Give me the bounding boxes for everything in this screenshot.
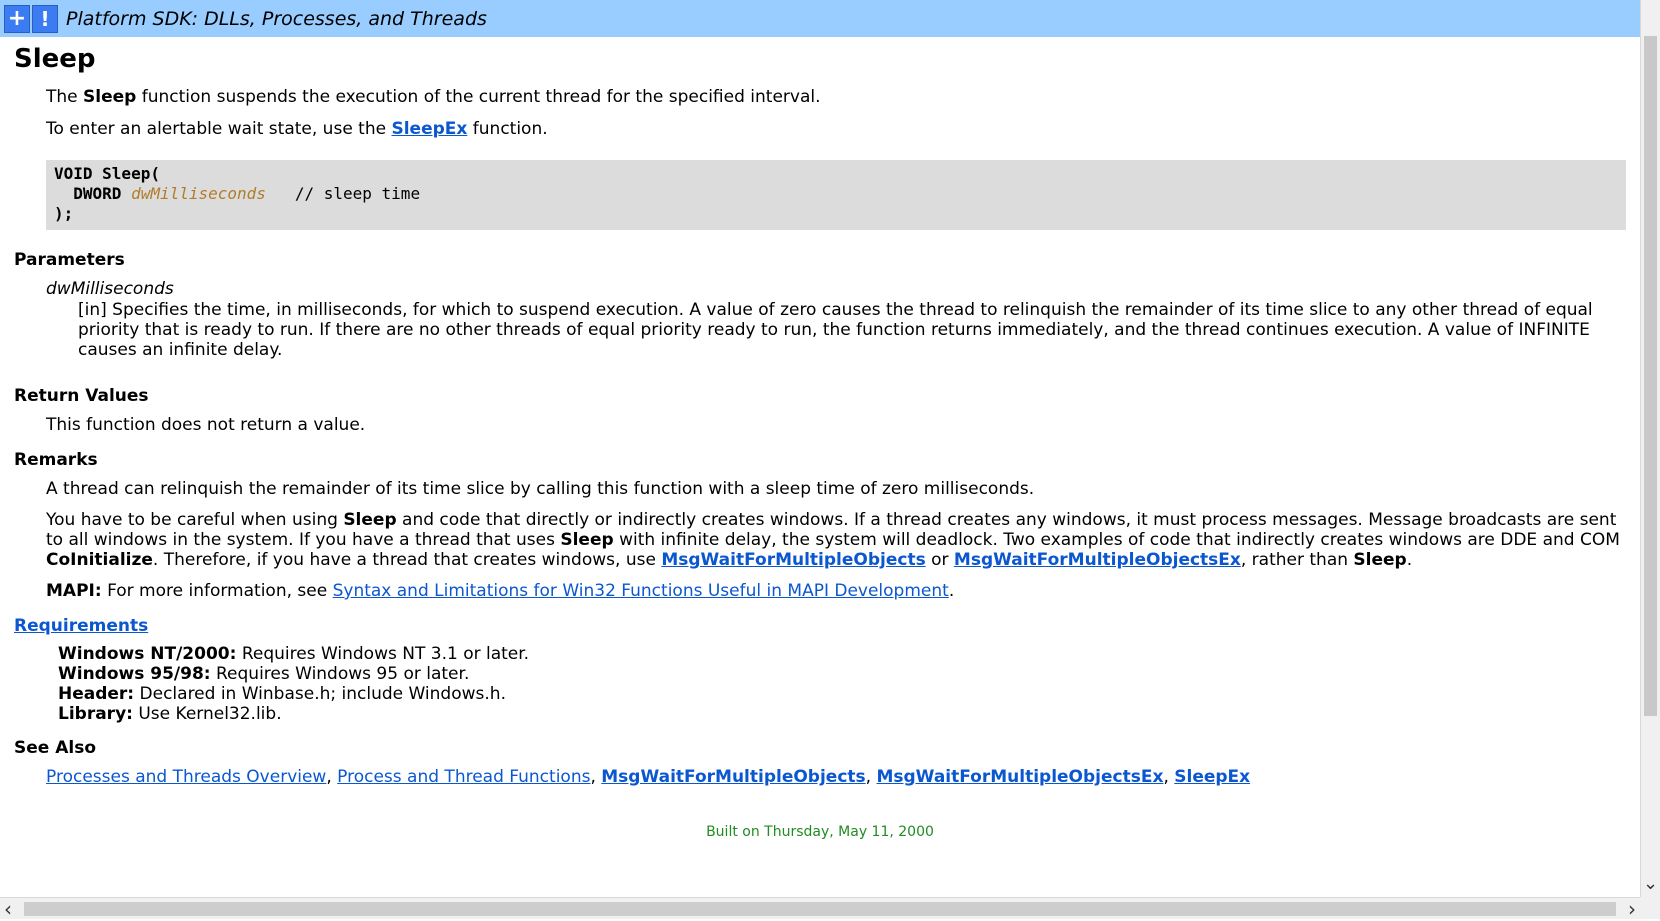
see-also-link[interactable]: Processes and Threads Overview [46,767,326,787]
remarks-paragraph-1: A thread can relinquish the remainder of… [46,479,1035,499]
scroll-right-icon[interactable]: › [1628,898,1636,920]
feedback-exclamation-icon[interactable]: ! [32,4,58,33]
remarks-paragraph-2: You have to be careful when using Sleep … [46,510,1620,570]
see-also-links: Processes and Threads Overview, Process … [46,767,1251,787]
param-name: dwMilliseconds [131,184,266,203]
msgwait-link[interactable]: MsgWaitForMultipleObjects [661,550,925,570]
see-also-link[interactable]: MsgWaitForMultipleObjects [601,767,865,787]
requirement-label: Windows 95/98: [58,664,211,684]
requirement-value: Use Kernel32.lib. [132,704,282,724]
scroll-left-icon[interactable]: ‹ [4,898,12,920]
page-content: Sleep The Sleep function suspends the ex… [14,44,1626,840]
requirement-row: Header: Declared in Winbase.h; include W… [58,684,1626,704]
banner-bar: + ! Platform SDK: DLLs, Processes, and T… [0,0,1640,37]
requirement-label: Windows NT/2000: [58,644,237,664]
mapi-syntax-link[interactable]: Syntax and Limitations for Win32 Functio… [333,581,949,601]
syntax-comment: // sleep time [294,184,421,203]
scrollbar-corner [1640,897,1660,919]
intro-paragraph-2: To enter an alertable wait state, use th… [46,119,548,139]
requirement-value: Requires Windows 95 or later. [210,664,470,684]
build-date-footer: Built on Thursday, May 11, 2000 [706,824,934,840]
page-title: Sleep [14,44,96,74]
param-type: DWORD [73,184,122,203]
remarks-heading: Remarks [14,450,98,470]
expand-plus-icon[interactable]: + [4,4,30,33]
parameter-name: dwMilliseconds [46,279,174,299]
requirements-list: Windows NT/2000: Requires Windows NT 3.1… [14,644,1626,724]
see-also-link[interactable]: SleepEx [1174,767,1250,787]
requirements-link[interactable]: Requirements [14,616,148,636]
parameters-heading: Parameters [14,250,125,270]
parameter-description: [in] Specifies the time, in milliseconds… [78,300,1593,360]
vertical-scroll-thumb[interactable] [1644,36,1657,716]
return-values-heading: Return Values [14,386,149,406]
intro-paragraph-1: The Sleep function suspends the executio… [46,87,821,107]
requirement-value: Declared in Winbase.h; include Windows.h… [134,684,506,704]
horizontal-scrollbar[interactable]: ‹ › [0,897,1640,920]
sleepex-link[interactable]: SleepEx [391,119,467,139]
msgwaitex-link[interactable]: MsgWaitForMultipleObjectsEx [954,550,1241,570]
see-also-heading: See Also [14,738,97,758]
horizontal-scroll-thumb[interactable] [24,902,1616,916]
requirement-row: Windows 95/98: Requires Windows 95 or la… [58,664,1626,684]
requirement-label: Library: [58,704,133,724]
mapi-paragraph: MAPI: For more information, see Syntax a… [46,581,955,601]
requirement-row: Windows NT/2000: Requires Windows NT 3.1… [58,644,1626,664]
scroll-down-icon[interactable]: ⌄ [1643,875,1658,893]
banner-title: Platform SDK: DLLs, Processes, and Threa… [66,7,487,30]
requirement-label: Header: [58,684,135,704]
function-name-bold: Sleep [83,87,137,107]
document-viewport: + ! Platform SDK: DLLs, Processes, and T… [0,0,1640,897]
requirement-row: Library: Use Kernel32.lib. [58,704,1626,724]
vertical-scrollbar[interactable]: ⌄ [1640,0,1660,897]
mapi-label: MAPI: [46,581,102,601]
requirements-heading: Requirements [14,616,1626,636]
requirement-value: Requires Windows NT 3.1 or later. [236,644,530,664]
return-values-text: This function does not return a value. [46,415,366,435]
see-also-link[interactable]: Process and Thread Functions [337,767,590,787]
syntax-block: VOID Sleep( DWORD dwMilliseconds // slee… [46,160,1626,230]
see-also-link[interactable]: MsgWaitForMultipleObjectsEx [876,767,1163,787]
